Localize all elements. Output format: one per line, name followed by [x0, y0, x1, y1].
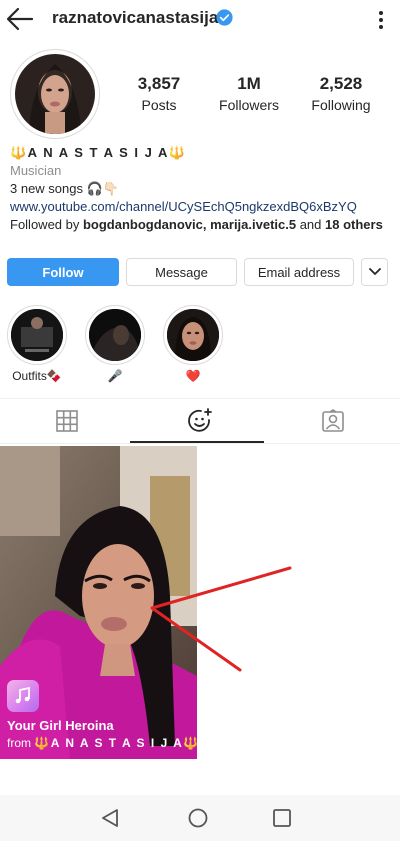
reels-sparkle-icon: [187, 408, 212, 432]
profile-username: raznatovicanastasija: [52, 8, 219, 27]
effect-creator-prefix: from: [7, 736, 35, 750]
display-name: 🔱A N A S T A S I J A🔱: [10, 145, 187, 160]
music-note-icon: [7, 680, 39, 712]
nav-recent-icon[interactable]: [270, 807, 294, 829]
active-tab-indicator: [130, 441, 264, 443]
effect-title: Your Girl Heroina: [7, 718, 114, 733]
tab-posts-grid[interactable]: [0, 399, 133, 443]
suggested-accounts-button[interactable]: [361, 258, 388, 286]
highlight-cover: [89, 309, 141, 361]
highlight-cover: [11, 309, 63, 361]
highlight-ring: [7, 305, 67, 365]
highlight-cover: [167, 309, 219, 361]
highlight-label: Outfits🍫: [12, 369, 62, 383]
followed-by[interactable]: Followed by bogdanbogdanovic, marija.ive…: [10, 216, 395, 234]
highlight-heart[interactable]: ❤️: [163, 305, 223, 383]
profile-category: Musician: [10, 163, 62, 178]
avatar-photo: [15, 54, 95, 134]
tab-effects[interactable]: [133, 399, 266, 443]
system-nav-bar: [0, 795, 400, 841]
effect-creator: from 🔱A N A S T A S I J A🔱: [7, 736, 197, 750]
nav-back-icon[interactable]: [98, 807, 122, 829]
followed-by-and: and: [296, 217, 326, 232]
chevron-down-icon: [368, 268, 381, 275]
highlight-outfits[interactable]: Outfits🍫: [7, 305, 67, 383]
follow-button[interactable]: Follow: [7, 258, 119, 286]
following-count: 2,528: [319, 74, 363, 93]
back-arrow-icon[interactable]: [6, 6, 34, 32]
followers-stat[interactable]: 1M Followers: [204, 74, 294, 116]
highlight-ring: [85, 305, 145, 365]
more-vertical-icon[interactable]: [374, 9, 388, 31]
tab-tagged[interactable]: [266, 399, 399, 443]
profile-bio: 🔱A N A S T A S I J A🔱 Musician 3 new son…: [10, 144, 395, 234]
bio-link[interactable]: www.youtube.com/channel/UCySEchQ5ngkzexd…: [10, 198, 395, 216]
posts-stat[interactable]: 3,857 Posts: [114, 74, 204, 116]
followed-by-prefix: Followed by: [10, 217, 83, 232]
following-label: Following: [311, 97, 371, 113]
message-button[interactable]: Message: [126, 258, 237, 286]
followed-by-others: 18 others: [325, 217, 383, 232]
verified-badge-icon: [216, 9, 233, 26]
highlight-label: ❤️: [185, 369, 201, 383]
following-stat[interactable]: 2,528 Following: [296, 74, 386, 116]
profile-header: raznatovicanastasija: [0, 0, 400, 40]
highlight-ring: [163, 305, 223, 365]
effect-creator-name: 🔱A N A S T A S I J A🔱: [34, 736, 197, 750]
posts-label: Posts: [141, 97, 177, 113]
highlight-microphone[interactable]: 🎤: [85, 305, 145, 383]
profile-avatar[interactable]: [10, 49, 100, 139]
nav-home-icon[interactable]: [186, 807, 210, 829]
bio-text: 3 new songs 🎧👇🏻: [10, 181, 119, 196]
effect-post-thumbnail[interactable]: Your Girl Heroina from 🔱A N A S T A S I …: [0, 446, 197, 759]
followers-label: Followers: [219, 97, 279, 113]
posts-count: 3,857: [137, 74, 181, 93]
email-address-button[interactable]: Email address: [244, 258, 354, 286]
highlight-label: 🎤: [107, 369, 123, 383]
profile-tabs: [0, 398, 400, 444]
tagged-person-icon: [321, 409, 344, 432]
post-photo: [0, 446, 197, 759]
grid-icon: [55, 410, 78, 432]
followers-count: 1M: [237, 74, 261, 93]
followed-by-names: bogdanbogdanovic, marija.ivetic.5: [82, 217, 297, 232]
